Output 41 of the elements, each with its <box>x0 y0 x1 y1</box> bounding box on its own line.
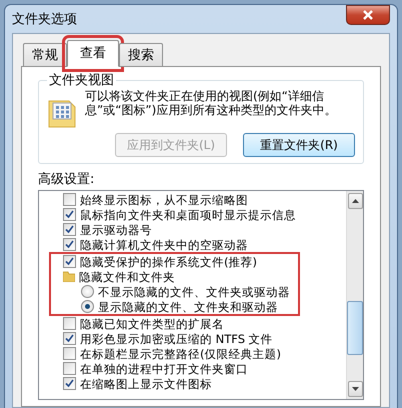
radio-button[interactable] <box>81 300 94 313</box>
close-button[interactable] <box>346 5 390 25</box>
group-title: 文件夹视图 <box>48 72 115 89</box>
scrollbar[interactable] <box>346 191 363 399</box>
setting-label: 不显示隐藏的文件、文件夹或驱动器 <box>98 284 290 298</box>
setting-label: 隐藏文件和文件夹 <box>79 270 175 284</box>
radio-button[interactable] <box>81 285 94 298</box>
setting-label: 鼠标指向文件夹和桌面项时显示提示信息 <box>80 208 296 222</box>
scroll-down-button[interactable] <box>348 381 362 397</box>
setting-label: 在标题栏显示完整路径(仅限经典主题) <box>80 346 281 360</box>
section-label: 高级设置: <box>38 171 96 188</box>
tab[interactable]: 搜索 <box>119 43 163 67</box>
checkbox[interactable] <box>63 255 76 268</box>
down-arrow-icon <box>352 387 358 391</box>
scroll-up-button[interactable] <box>348 193 362 209</box>
checkbox[interactable] <box>63 362 76 375</box>
setting-label: 始终显示图标，从不显示缩略图 <box>80 192 248 206</box>
setting-label: 显示隐藏的文件、文件夹和驱动器 <box>98 300 278 314</box>
checkbox[interactable] <box>63 377 76 390</box>
description-text: 可以将该文件夹正在使用的视图(例如“详细信息”或“图标”)应用到所有这种类型的文件夹中。 <box>85 89 338 119</box>
close-icon <box>363 10 373 20</box>
folder-icon <box>63 271 75 282</box>
setting-label: 隐藏已知文件类型的扩展名 <box>80 316 224 330</box>
setting-label: 隐藏受保护的操作系统文件(推荐) <box>80 254 257 268</box>
checkbox[interactable] <box>63 238 76 251</box>
setting-label: 用彩色显示加密或压缩的 NTFS 文件 <box>80 332 273 346</box>
checkbox[interactable] <box>63 347 76 360</box>
setting-label: 隐藏计算机文件夹中的空驱动器 <box>80 238 248 252</box>
checkbox[interactable] <box>63 208 76 221</box>
checkbox[interactable] <box>63 317 76 330</box>
setting-label: 在缩略图上显示文件图标 <box>80 376 212 390</box>
setting-label: 显示驱动器号 <box>80 222 152 236</box>
up-arrow-icon <box>352 199 358 203</box>
setting-label: 在单独的进程中打开文件夹窗口 <box>80 362 248 376</box>
reset-button[interactable]: 重置文件夹(R) <box>243 133 355 157</box>
checkbox[interactable] <box>63 193 76 206</box>
checkbox[interactable] <box>63 223 76 236</box>
scroll-thumb[interactable] <box>347 301 363 355</box>
checkbox[interactable] <box>63 332 76 345</box>
tab[interactable]: 常规 <box>23 43 67 67</box>
window-title: 文件夹选项 <box>12 11 77 28</box>
